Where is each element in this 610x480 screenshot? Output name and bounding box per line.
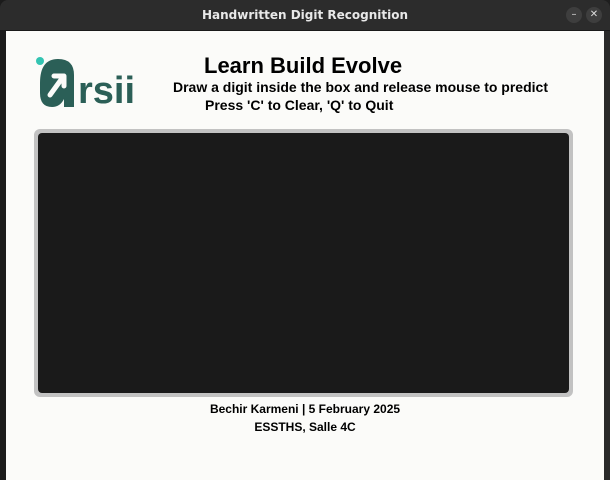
window-edge	[604, 31, 610, 480]
minimize-button[interactable]: –	[566, 7, 582, 23]
headline: Learn Build Evolve	[204, 53, 403, 78]
close-icon: ✕	[589, 9, 599, 20]
minimize-icon: –	[571, 9, 577, 20]
app-content: rsii Learn Build Evolve Draw a digit ins…	[6, 31, 604, 480]
arsii-logo: rsii	[36, 57, 135, 112]
title-bar[interactable]: Handwritten Digit Recognition – ✕	[0, 0, 610, 31]
arsii-logo-text: rsii	[78, 70, 135, 112]
drawing-canvas-frame	[34, 129, 573, 397]
close-button[interactable]: ✕	[586, 7, 602, 23]
instruction-draw: Draw a digit inside the box and release …	[173, 79, 548, 95]
window-title: Handwritten Digit Recognition	[201, 8, 409, 22]
drawing-canvas[interactable]	[38, 133, 569, 393]
arsii-logo-icon	[36, 57, 74, 107]
app-window: Handwritten Digit Recognition – ✕ rsii L…	[0, 0, 610, 480]
footer-author-date: Bechir Karmeni | 5 February 2025	[209, 402, 401, 416]
footer-location: ESSTHS, Salle 4C	[254, 420, 356, 434]
instruction-keys: Press 'C' to Clear, 'Q' to Quit	[205, 97, 394, 113]
